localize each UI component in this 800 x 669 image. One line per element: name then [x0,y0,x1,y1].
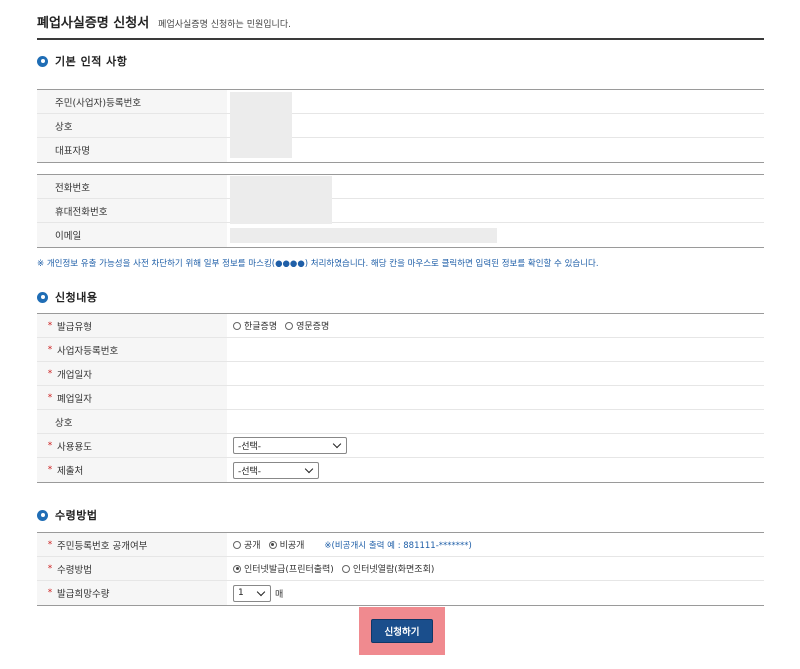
required-mark: * [47,320,53,331]
label-company-name: 상호 [37,114,227,137]
label-issue-type: * 발급유형 [37,314,227,337]
label-purpose: * 사용용도 [37,434,227,457]
required-mark: * [47,465,53,475]
label-resident-number: 주민(사업자)등록번호 [37,90,227,113]
quantity-unit: 매 [275,589,284,600]
radio-icon[interactable] [233,321,241,330]
radio-icon[interactable] [341,564,350,573]
required-mark: * [47,563,53,574]
value-biz-number[interactable] [227,338,764,361]
chevron-down-icon [332,439,342,449]
row-company: 상호 [37,410,764,434]
radio-icon[interactable] [285,321,294,330]
title-divider [37,38,764,40]
submit-button[interactable]: 신청하기 [371,619,433,643]
row-submit-to: * 제출처 -선택- [37,458,764,482]
radio-internet-view[interactable]: 인터넷열람(화면조회) [341,562,434,575]
label-representative: 대표자명 [37,138,227,162]
radio-icon[interactable] [233,540,241,549]
radio-korean-cert[interactable]: 한글증명 [233,319,277,332]
row-mobile: 휴대전화번호 [37,199,764,223]
value-resident-number[interactable] [227,90,764,113]
row-disclosure: * 주민등록번호 공개여부 공개 비공개 ※(비공개시 출력 예 : 881111… [37,533,764,557]
submit-button-highlight: 신청하기 [359,607,445,655]
page-subtitle: 폐업사실증명 신청하는 민원입니다. [158,20,291,30]
basic-info-table-1: 주민(사업자)등록번호 상호 대표자명 [37,89,764,163]
label-mobile: 휴대전화번호 [37,199,227,222]
row-resident-number: 주민(사업자)등록번호 [37,90,764,114]
receive-table: * 주민등록번호 공개여부 공개 비공개 ※(비공개시 출력 예 : 881111… [37,532,764,606]
value-open-date[interactable] [227,362,764,385]
required-mark: * [47,440,53,451]
row-representative: 대표자명 [37,138,764,162]
section-bullet-icon [37,509,48,521]
label-email: 이메일 [37,223,227,247]
label-submit-to: * 제출처 [37,458,227,482]
issue-type-options: 한글증명 영문증명 [227,314,764,337]
row-company-name: 상호 [37,114,764,138]
label-quantity: * 발급희망수량 [37,581,227,605]
required-mark: * [47,539,53,550]
row-receive-method: * 수령방법 인터넷발급(프린터출력) 인터넷열람(화면조회) [37,557,764,581]
radio-selected-icon[interactable] [233,564,241,573]
required-mark: * [47,344,53,355]
section-basic-info-header: 기본 인적 사항 [37,53,127,69]
radio-private[interactable]: 비공개 [268,538,304,551]
quantity-select[interactable]: 1 [233,584,271,602]
label-phone: 전화번호 [37,175,227,198]
submit-to-select[interactable]: -선택- [233,461,319,479]
label-receive-method: * 수령방법 [37,557,227,580]
required-mark: * [47,368,53,379]
value-representative[interactable] [227,138,764,162]
section-receive-header: 수령방법 [37,507,97,523]
row-phone: 전화번호 [37,175,764,199]
chevron-down-icon [304,464,314,473]
value-company[interactable] [227,410,764,433]
label-disclosure: * 주민등록번호 공개여부 [37,533,227,556]
disclosure-options: 공개 비공개 ※(비공개시 출력 예 : 881111-*******) [227,533,764,556]
section-receive-title: 수령방법 [55,509,98,522]
label-biz-number: * 사업자등록번호 [37,338,227,361]
masked-info-block-3[interactable] [230,228,497,243]
row-close-date: * 폐업일자 [37,386,764,410]
application-table: * 발급유형 한글증명 영문증명 * 사업자등록번호 * 개업일자 * 폐업일자 상호 … [37,313,764,483]
page-title: 폐업사실증명 신청서 [37,16,150,31]
radio-internet-print[interactable]: 인터넷발급(프린터출력) [233,562,334,575]
section-basic-info-title: 기본 인적 사항 [55,55,128,68]
label-open-date: * 개업일자 [37,362,227,385]
masking-notice: ※ 개인정보 유출 가능성을 사전 차단하기 위해 일부 정보를 마스킹(●●●… [37,259,599,269]
receive-method-options: 인터넷발급(프린터출력) 인터넷열람(화면조회) [227,557,764,580]
section-bullet-icon [37,291,48,303]
row-quantity: * 발급희망수량 1 매 [37,581,764,605]
quantity-cell: 1 매 [227,581,764,605]
value-company-name[interactable] [227,114,764,137]
application-page: 폐업사실증명 신청서 폐업사실증명 신청하는 민원입니다. 기본 인적 사항 주… [37,0,764,669]
label-company: 상호 [37,410,227,433]
purpose-cell: -선택- [227,434,764,457]
row-purpose: * 사용용도 -선택- [37,434,764,458]
radio-public[interactable]: 공개 [233,538,261,551]
value-close-date[interactable] [227,386,764,409]
chevron-down-icon [256,587,266,596]
disclosure-hint: ※(비공개시 출력 예 : 881111-*******) [324,540,472,551]
masked-info-block-1[interactable] [230,92,292,158]
purpose-select[interactable]: -선택- [233,437,347,454]
section-application-header: 신청내용 [37,289,97,305]
label-close-date: * 폐업일자 [37,386,227,409]
row-issue-type: * 발급유형 한글증명 영문증명 [37,314,764,338]
section-application-title: 신청내용 [55,291,98,304]
radio-english-cert[interactable]: 영문증명 [285,319,329,332]
section-bullet-icon [37,55,48,67]
row-biz-number: * 사업자등록번호 [37,338,764,362]
submit-to-cell: -선택- [227,458,764,482]
required-mark: * [47,392,53,403]
page-header: 폐업사실증명 신청서 폐업사실증명 신청하는 민원입니다. [37,12,291,32]
row-open-date: * 개업일자 [37,362,764,386]
radio-selected-icon[interactable] [268,540,277,549]
required-mark: * [47,588,53,598]
masked-info-block-2[interactable] [230,176,332,224]
